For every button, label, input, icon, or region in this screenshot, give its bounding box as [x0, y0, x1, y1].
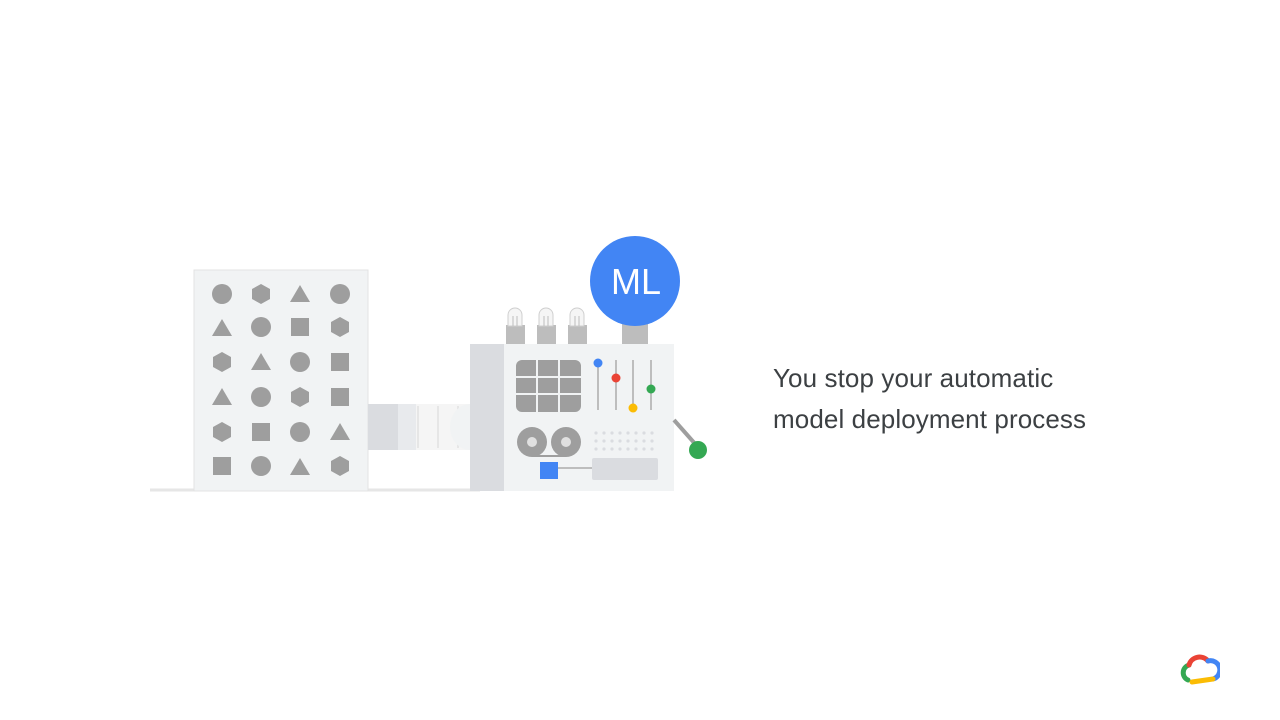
slide: ML You stop your automatic model deploym… — [0, 0, 1280, 720]
shape-circle — [251, 456, 271, 476]
shape-circle — [212, 284, 232, 304]
shape-circle — [251, 317, 271, 337]
shape-circle — [330, 284, 350, 304]
data-grid-panel — [193, 269, 369, 492]
ml-badge: ML — [590, 236, 680, 326]
caption-line-2: model deployment process — [773, 404, 1087, 434]
ml-badge-label: ML — [611, 261, 661, 302]
shape-square — [331, 388, 349, 406]
shape-circle — [290, 352, 310, 372]
output-slot — [592, 458, 658, 480]
slider-knob-blue — [593, 358, 603, 368]
slider-knob-yellow — [628, 403, 638, 413]
grid-screen — [516, 360, 581, 412]
ml-machine — [470, 307, 707, 491]
caption: You stop your automatic model deployment… — [773, 358, 1213, 440]
shape-square — [331, 353, 349, 371]
blue-square — [540, 462, 558, 479]
shape-circle — [290, 422, 310, 442]
shape-circle — [251, 387, 271, 407]
shape-square — [213, 457, 231, 475]
slider-knob-green — [646, 384, 656, 394]
shape-square — [291, 318, 309, 336]
bulbs — [506, 307, 587, 344]
caption-line-1: You stop your automatic — [773, 363, 1054, 393]
lever-knob-green — [689, 441, 707, 459]
lever — [672, 418, 707, 459]
google-cloud-logo-icon — [1180, 654, 1220, 685]
slider-knob-red — [611, 373, 621, 383]
shape-square — [252, 423, 270, 441]
